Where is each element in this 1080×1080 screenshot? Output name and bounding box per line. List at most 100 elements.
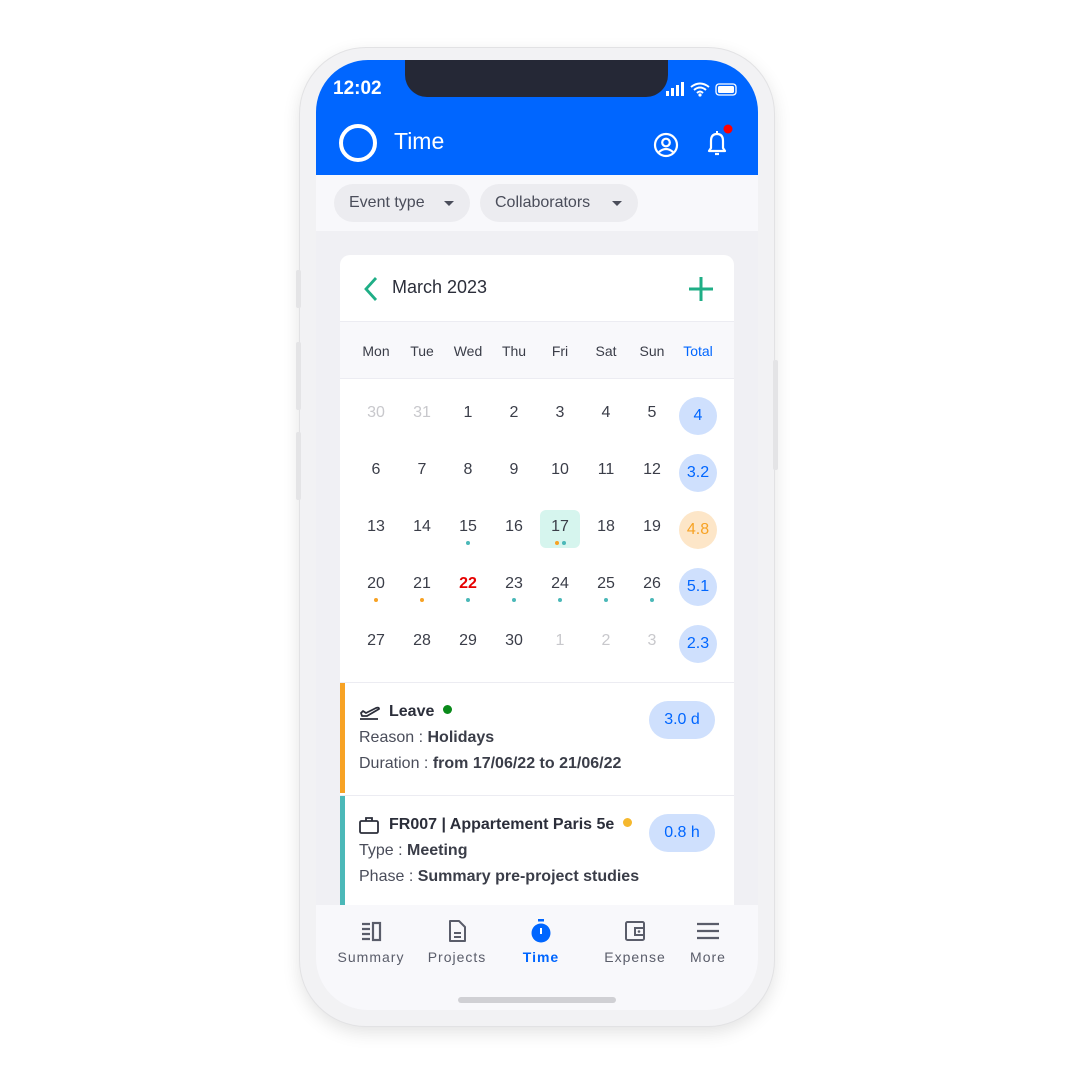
collaborators-filter[interactable]: Collaborators	[480, 184, 638, 222]
calendar-day[interactable]: 19	[632, 510, 672, 548]
calendar-day[interactable]: 29	[448, 624, 488, 662]
calendar-day[interactable]: 1	[448, 396, 488, 434]
event-dots	[540, 596, 580, 602]
calendar-day[interactable]: 30	[494, 624, 534, 662]
calendar-day[interactable]: 1	[540, 624, 580, 662]
event-dot	[561, 541, 566, 545]
calendar-day[interactable]: 2	[586, 624, 626, 662]
calendar-day[interactable]: 31	[402, 396, 442, 434]
event-dot	[650, 598, 654, 602]
nav-label: Summary	[337, 949, 405, 965]
week-total-badge: 4.8	[679, 511, 717, 549]
event-dots	[586, 596, 626, 602]
total-header: Total	[683, 343, 713, 359]
calendar-day[interactable]: 10	[540, 453, 580, 491]
event-dot	[554, 541, 559, 545]
day-number: 30	[505, 632, 523, 649]
event-dot	[512, 598, 516, 602]
week-total-badge: 2.3	[679, 625, 717, 663]
calendar-day[interactable]: 2	[494, 396, 534, 434]
account-icon[interactable]	[653, 132, 679, 158]
day-number: 22	[459, 575, 477, 592]
event-dots	[356, 596, 396, 602]
calendar-day[interactable]: 12	[632, 453, 672, 491]
calendar-day[interactable]: 15	[448, 510, 488, 548]
day-number: 24	[551, 575, 569, 592]
event-dots	[402, 596, 442, 602]
day-number: 2	[509, 404, 519, 421]
day-number: 4	[601, 404, 611, 421]
weekday-label: Wed	[453, 343, 483, 359]
calendar-day[interactable]: 5	[632, 396, 672, 434]
calendar-day[interactable]: 20	[356, 567, 396, 605]
briefcase-icon	[358, 815, 380, 842]
event-amount-badge: 3.0 d	[649, 701, 715, 739]
event-dots	[448, 596, 488, 602]
event-amount-badge: 0.8 h	[649, 814, 715, 852]
calendar-day[interactable]: 4	[586, 396, 626, 434]
notification-bell-icon[interactable]	[704, 122, 734, 158]
day-number: 31	[413, 404, 431, 421]
calendar-day[interactable]: 3	[632, 624, 672, 662]
calendar-day[interactable]: 26	[632, 567, 672, 605]
calendar-day[interactable]: 8	[448, 453, 488, 491]
calendar-day[interactable]: 9	[494, 453, 534, 491]
summary-icon	[327, 919, 415, 943]
calendar-day[interactable]: 18	[586, 510, 626, 548]
event-type-filter[interactable]: Event type	[334, 184, 470, 222]
event-detail: Type : Meeting	[359, 842, 467, 860]
day-number: 7	[417, 461, 427, 478]
chevron-left-icon[interactable]	[362, 275, 380, 303]
calendar-day[interactable]: 23	[494, 567, 534, 605]
calendar-day[interactable]: 7	[402, 453, 442, 491]
menu-icon	[664, 919, 752, 943]
page-title: Time	[394, 128, 445, 154]
event-detail: Reason : Holidays	[359, 729, 494, 747]
calendar-day[interactable]: 28	[402, 624, 442, 662]
detail-value: Meeting	[407, 842, 468, 859]
app-logo	[339, 124, 377, 162]
event-dot	[466, 541, 470, 545]
calendar-day[interactable]: 11	[586, 453, 626, 491]
nav-item-time[interactable]: Time	[497, 919, 585, 965]
day-number: 21	[413, 575, 431, 592]
calendar-day[interactable]: 21	[402, 567, 442, 605]
caret-down-icon	[444, 201, 454, 206]
calendar-day[interactable]: 22	[448, 567, 488, 605]
event-card[interactable]: FR007 | Appartement Paris 5e Type : Meeti…	[340, 795, 734, 906]
calendar-day[interactable]: 27	[356, 624, 396, 662]
day-number: 30	[367, 404, 385, 421]
nav-item-summary[interactable]: Summary	[327, 919, 415, 965]
nav-label: More	[690, 949, 726, 965]
day-number: 27	[367, 632, 385, 649]
detail-label: Reason :	[359, 729, 428, 746]
nav-item-projects[interactable]: Projects	[413, 919, 501, 965]
day-number: 3	[555, 404, 565, 421]
day-number: 6	[371, 461, 381, 478]
event-title: Leave	[389, 703, 453, 721]
nav-label: Expense	[604, 949, 666, 965]
calendar-day[interactable]: 6	[356, 453, 396, 491]
calendar-day[interactable]: 13	[356, 510, 396, 548]
nav-item-more[interactable]: More	[664, 919, 752, 965]
calendar-day[interactable]: 16	[494, 510, 534, 548]
day-number: 19	[643, 518, 661, 535]
side-button	[773, 360, 778, 470]
status-dot	[443, 705, 453, 714]
stopwatch-icon	[497, 919, 585, 943]
day-number: 26	[643, 575, 661, 592]
calendar-day[interactable]: 3	[540, 396, 580, 434]
event-card[interactable]: Leave Reason : Holidays Duration : from 17…	[340, 682, 734, 793]
projects-icon	[413, 919, 501, 943]
calendar-day[interactable]: 24	[540, 567, 580, 605]
calendar-day[interactable]: 25	[586, 567, 626, 605]
day-number: 3	[647, 632, 657, 649]
event-dots	[448, 539, 488, 545]
bottom-nav: Summary Projects Time Expense More	[316, 905, 758, 1010]
calendar-day[interactable]: 17	[540, 510, 580, 548]
filter-label: Collaborators	[495, 194, 591, 211]
calendar-day[interactable]: 14	[402, 510, 442, 548]
add-icon[interactable]	[687, 275, 715, 303]
day-number: 20	[367, 575, 385, 592]
calendar-day[interactable]: 30	[356, 396, 396, 434]
